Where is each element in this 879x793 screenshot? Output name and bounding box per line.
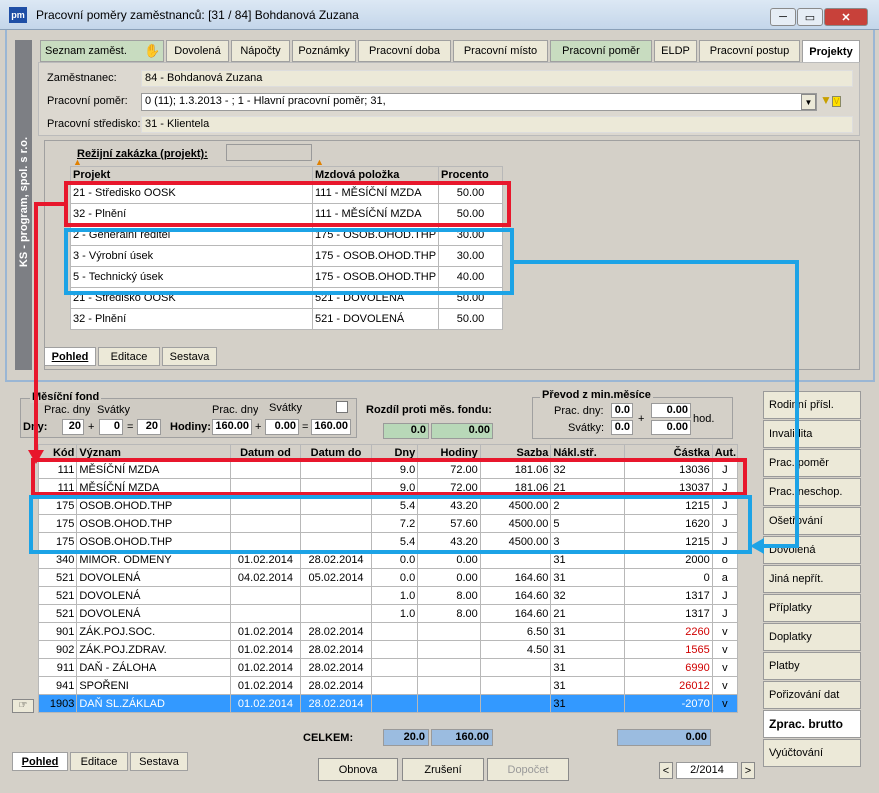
blue-frame-wages: [29, 495, 752, 554]
blue-connector: [512, 260, 799, 548]
red-frame-wages: [31, 458, 747, 496]
annotation-overlay: [28, 181, 799, 554]
red-connector: [34, 202, 66, 452]
red-frame-projects: [64, 181, 511, 227]
blue-frame-projects: [64, 228, 514, 295]
blue-arrow-head: [750, 538, 764, 554]
